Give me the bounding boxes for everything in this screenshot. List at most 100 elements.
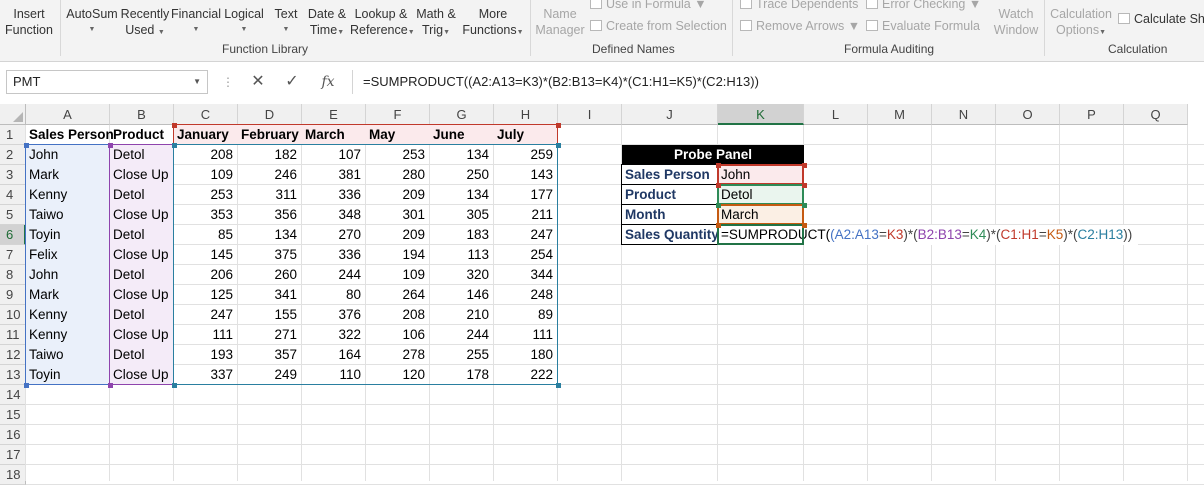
row-header-6[interactable]: 6	[0, 225, 26, 245]
name-box[interactable]: PMT ▼	[6, 70, 208, 94]
formula-part: )*(	[903, 227, 918, 242]
gridline	[1059, 125, 1060, 481]
name-manager-button[interactable]: Name Manager	[534, 6, 586, 38]
column-header-c[interactable]: C	[174, 104, 238, 125]
lookup-reference-button[interactable]: Lookup & Reference▼	[350, 6, 415, 41]
range-resize-handle[interactable]	[802, 223, 807, 228]
row-header-12[interactable]: 12	[0, 345, 26, 365]
column-header-o[interactable]: O	[996, 104, 1060, 125]
remove-arrows-button[interactable]: Remove Arrows ▼	[740, 18, 860, 34]
gridline	[26, 444, 1204, 445]
row-header-3[interactable]: 3	[0, 165, 26, 185]
row-header-9[interactable]: 9	[0, 285, 26, 305]
text-button[interactable]: Text ▼	[268, 6, 304, 38]
column-header-m[interactable]: M	[868, 104, 932, 125]
range-resize-handle[interactable]	[24, 143, 29, 148]
watch-window-button[interactable]: Watch Window	[990, 6, 1042, 38]
range-resize-handle[interactable]	[716, 163, 721, 168]
range-resize-handle[interactable]	[556, 123, 561, 128]
insert-function-icon[interactable]: fx	[318, 72, 338, 92]
logical-button[interactable]: Logical ▼	[222, 6, 266, 38]
cancel-icon[interactable]: ✕	[248, 72, 268, 92]
range-resize-handle[interactable]	[172, 123, 177, 128]
ribbon-separator	[1044, 0, 1045, 56]
formula-input[interactable]: =SUMPRODUCT((A2:A13=K3)*(B2:B13=K4)*(C1:…	[352, 70, 1204, 94]
column-header-n[interactable]: N	[932, 104, 996, 125]
row-header-16[interactable]: 16	[0, 425, 26, 445]
range-resize-handle[interactable]	[802, 183, 807, 188]
trace-dependents-button[interactable]: Trace Dependents	[740, 0, 858, 12]
select-all-corner[interactable]	[0, 104, 26, 125]
row-header-13[interactable]: 13	[0, 365, 26, 385]
row-header-1[interactable]: 1	[0, 125, 26, 145]
range-resize-handle[interactable]	[172, 143, 177, 148]
evaluate-formula-label: Evaluate Formula	[882, 19, 980, 33]
recently-used-button[interactable]: Recently Used ▼	[120, 6, 170, 41]
insert-function-button[interactable]: Insert Function	[4, 6, 54, 38]
autosum-button[interactable]: AutoSum ▼	[64, 6, 120, 38]
column-header-b[interactable]: B	[110, 104, 174, 125]
enter-icon[interactable]: ✓	[282, 72, 302, 92]
remove-arrows-icon	[740, 20, 752, 31]
calculation-options-button[interactable]: Calculation Options▼	[1048, 6, 1114, 41]
use-in-formula-button[interactable]: Use in Formula ▼	[590, 0, 707, 12]
row-header-4[interactable]: 4	[0, 185, 26, 205]
column-header-h[interactable]: H	[494, 104, 558, 125]
probe-label-border	[621, 164, 718, 185]
trace-dependents-label: Trace Dependents	[756, 0, 859, 11]
column-header-k[interactable]: K	[718, 104, 804, 125]
range-resize-handle[interactable]	[802, 203, 807, 208]
evaluate-formula-button[interactable]: Evaluate Formula	[866, 18, 980, 34]
column-header-g[interactable]: G	[430, 104, 494, 125]
row-header-5[interactable]: 5	[0, 205, 26, 225]
row-header-11[interactable]: 11	[0, 325, 26, 345]
range-resize-handle[interactable]	[716, 223, 721, 228]
column-header-a[interactable]: A	[26, 104, 110, 125]
math-trig-button[interactable]: Math & Trig▼	[414, 6, 458, 41]
range-resize-handle[interactable]	[108, 383, 113, 388]
column-header-j[interactable]: J	[622, 104, 718, 125]
header-cell[interactable]: Sales Person	[26, 125, 114, 145]
header-cell[interactable]: Product	[110, 125, 174, 145]
calculate-sheet-button[interactable]: Calculate Sh	[1118, 11, 1204, 27]
column-header-e[interactable]: E	[302, 104, 366, 125]
range-resize-handle[interactable]	[556, 143, 561, 148]
create-from-selection-button[interactable]: Create from Selection	[590, 18, 727, 34]
error-checking-button[interactable]: Error Checking ▼	[866, 0, 981, 12]
column-header-d[interactable]: D	[238, 104, 302, 125]
financial-button[interactable]: Financial ▼	[170, 6, 222, 38]
row-header-17[interactable]: 17	[0, 445, 26, 465]
chevron-down-icon: ▼	[847, 19, 861, 33]
chevron-down-icon: ▼	[1099, 29, 1107, 36]
range-resize-handle[interactable]	[108, 143, 113, 148]
row-header-15[interactable]: 15	[0, 405, 26, 425]
range-b2-b13-border	[109, 144, 174, 385]
column-header-f[interactable]: F	[366, 104, 430, 125]
watch-window-label-2: Window	[993, 23, 1039, 37]
range-resize-handle[interactable]	[172, 383, 177, 388]
more-functions-label-2: Functions	[462, 23, 517, 37]
error-checking-icon	[866, 0, 878, 9]
row-header-14[interactable]: 14	[0, 385, 26, 405]
range-resize-handle[interactable]	[802, 163, 807, 168]
row-header-8[interactable]: 8	[0, 265, 26, 285]
ribbon-separator	[530, 0, 531, 56]
range-resize-handle[interactable]	[716, 203, 721, 208]
column-header-p[interactable]: P	[1060, 104, 1124, 125]
calculation-options-label-1: Calculation	[1050, 7, 1112, 21]
range-resize-handle[interactable]	[556, 383, 561, 388]
recently-used-label-1: Recently	[120, 7, 170, 21]
row-header-7[interactable]: 7	[0, 245, 26, 265]
column-header-l[interactable]: L	[804, 104, 868, 125]
row-header-18[interactable]: 18	[0, 465, 26, 485]
range-resize-handle[interactable]	[716, 183, 721, 188]
chevron-down-icon[interactable]: ▼	[193, 71, 201, 93]
row-header-10[interactable]: 10	[0, 305, 26, 325]
more-functions-button[interactable]: More Functions▼	[460, 6, 526, 41]
column-header-i[interactable]: I	[558, 104, 622, 125]
range-resize-handle[interactable]	[24, 383, 29, 388]
column-header-q[interactable]: Q	[1124, 104, 1188, 125]
formula-part: K4	[969, 227, 987, 242]
row-header-2[interactable]: 2	[0, 145, 26, 165]
date-time-button[interactable]: Date & Time▼	[306, 6, 348, 41]
